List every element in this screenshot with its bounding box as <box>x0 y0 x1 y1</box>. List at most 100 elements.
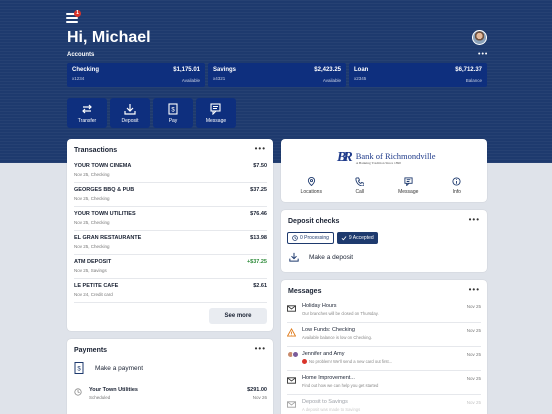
location-pin-icon <box>307 177 315 186</box>
info-button[interactable]: Info <box>437 177 477 195</box>
account-amount: $2,423.25 <box>314 67 341 73</box>
transaction-row[interactable]: YOUR TOWN UTILITIES Nov 25, Checking $76… <box>74 207 267 231</box>
transaction-row[interactable]: ATM DEPOSIT Nov 25, Savings +$37.25 <box>74 255 267 279</box>
account-amount: $1,175.01 <box>173 67 200 73</box>
message-date: Nov 25 <box>466 400 481 405</box>
bank-action-label: Call <box>355 189 365 195</box>
action-label: Deposit <box>121 117 139 124</box>
message-title: Holiday Hours <box>302 303 337 309</box>
payee-name: Your Town Utilities <box>89 387 138 393</box>
message-preview: Our branches will be closed on Thursday. <box>302 311 379 316</box>
call-button[interactable]: Call <box>340 177 380 195</box>
deposit-checks-card: Deposit checks ••• 0 Processing 9 Accept… <box>281 210 487 272</box>
transaction-name: YOUR TOWN UTILITIES <box>74 211 136 217</box>
payment-amount: $291.00 <box>247 387 267 393</box>
account-number: x4321 <box>213 76 226 81</box>
envelope-icon <box>287 305 296 312</box>
message-preview: Find out how we can help you get started <box>302 383 379 388</box>
account-checking[interactable]: Checking x1234 $1,175.01 Available <box>67 63 205 87</box>
unread-indicator <box>302 359 307 364</box>
transaction-amount: $37.25 <box>250 187 267 193</box>
message-date: Nov 25 <box>466 304 481 309</box>
deposit-title: Deposit checks <box>288 218 340 225</box>
messages-more-button[interactable]: ••• <box>469 285 480 294</box>
messages-title: Messages <box>288 288 322 295</box>
message-icon <box>210 102 221 115</box>
deposit-more-button[interactable]: ••• <box>469 215 480 224</box>
payments-more-button[interactable]: ••• <box>255 344 266 353</box>
transaction-amount: $76.46 <box>250 211 267 217</box>
message-title: Low Funds: Checking <box>302 327 355 333</box>
message-icon <box>404 177 413 186</box>
bank-name: Bank of Richmondville <box>355 151 436 161</box>
message-row[interactable]: Deposit to Savings A deposit was made to… <box>287 395 481 414</box>
transaction-name: ATM DEPOSIT <box>74 259 112 265</box>
transfer-button[interactable]: Transfer <box>67 98 107 128</box>
account-number: x1234 <box>72 76 85 81</box>
locations-button[interactable]: Locations <box>291 177 331 195</box>
transaction-row[interactable]: LE PETITE CAFE Nov 24, Credit card $2.61 <box>74 279 267 303</box>
make-deposit-button[interactable]: Make a deposit <box>289 252 353 262</box>
transaction-row[interactable]: EL GRAN RESTAURANTE Nov 25, Checking $13… <box>74 231 267 255</box>
greeting: Hi, Michael <box>67 29 151 46</box>
clock-icon <box>292 235 298 241</box>
profile-avatar[interactable] <box>472 30 487 45</box>
message-title: Home Improvement... <box>302 375 355 381</box>
bank-tagline: A Banking Tradition Since 1890 <box>355 161 401 165</box>
payment-date: Nov 26 <box>252 395 267 400</box>
message-row[interactable]: Home Improvement... Find out how we can … <box>287 371 481 395</box>
transaction-name: LE PETITE CAFE <box>74 283 119 289</box>
message-preview: No problem! We'll send a new card out fi… <box>309 359 393 364</box>
account-amount: $6,712.37 <box>455 67 482 73</box>
transaction-amount: +$37.25 <box>246 259 267 265</box>
make-payment-button[interactable]: $ Make a payment <box>74 362 143 374</box>
pay-button[interactable]: $ Pay <box>153 98 193 128</box>
message-row[interactable]: Jennifer and Amy No problem! We'll send … <box>287 347 481 371</box>
processing-pill[interactable]: 0 Processing <box>287 232 334 244</box>
notification-badge: 1 <box>74 10 81 17</box>
message-date: Nov 25 <box>466 328 481 333</box>
avatar <box>292 351 299 358</box>
transaction-row[interactable]: GEORGES BBQ & PUB Nov 25, Checking $37.2… <box>74 183 267 207</box>
transaction-date: Nov 25, Savings <box>74 268 107 273</box>
bank-message-button[interactable]: Message <box>388 177 428 195</box>
accepted-pill[interactable]: 9 Accepted <box>336 232 378 244</box>
message-preview: Available balance is low on Checking. <box>302 335 372 340</box>
account-savings[interactable]: Savings x4321 $2,423.25 Available <box>208 63 346 87</box>
deposit-button[interactable]: Deposit <box>110 98 150 128</box>
message-button[interactable]: Message <box>196 98 236 128</box>
message-row[interactable]: Holiday Hours Our branches will be close… <box>287 299 481 323</box>
transactions-title: Transactions <box>74 147 118 154</box>
svg-text:$: $ <box>77 367 81 373</box>
transaction-date: Nov 25, Checking <box>74 244 110 249</box>
transaction-row[interactable]: YOUR TOWN CINEMA Nov 25, Checking $7.50 <box>74 159 267 183</box>
bank-card: BR Bank of Richmondville A Banking Tradi… <box>281 139 487 202</box>
transaction-date: Nov 25, Checking <box>74 196 110 201</box>
bank-action-label: Message <box>398 189 419 195</box>
transaction-date: Nov 24, Credit card <box>74 292 113 297</box>
account-loan[interactable]: Loan x2345 $6,712.37 Balance <box>349 63 487 87</box>
accepted-count: 9 Accepted <box>348 235 374 241</box>
make-payment-label: Make a payment <box>95 364 144 372</box>
phone-icon <box>355 177 365 186</box>
payments-title: Payments <box>74 347 108 354</box>
accounts-row: Checking x1234 $1,175.01 Available Savin… <box>67 63 487 87</box>
transaction-amount: $2.61 <box>253 283 267 289</box>
svg-text:$: $ <box>171 107 175 113</box>
accounts-more-button[interactable]: ••• <box>478 51 488 58</box>
action-label: Pay <box>168 117 178 124</box>
see-more-button[interactable]: See more <box>209 308 267 324</box>
message-row[interactable]: Low Funds: Checking Available balance is… <box>287 323 481 347</box>
transfer-icon <box>82 104 92 113</box>
account-amount-label: Available <box>322 78 341 83</box>
bank-monogram: BR <box>337 150 353 165</box>
transactions-card: Transactions ••• YOUR TOWN CINEMA Nov 25… <box>67 139 273 331</box>
message-preview: A deposit was made to Savings <box>302 407 361 412</box>
menu-button[interactable]: 1 <box>66 10 81 23</box>
transactions-more-button[interactable]: ••• <box>255 144 266 153</box>
message-date: Nov 25 <box>466 376 481 381</box>
bank-actions: Locations Call Message Info <box>281 177 487 195</box>
account-number: x2345 <box>354 76 367 81</box>
bank-logo: BR Bank of Richmondville A Banking Tradi… <box>337 150 435 166</box>
accounts-label: Accounts <box>67 52 95 58</box>
